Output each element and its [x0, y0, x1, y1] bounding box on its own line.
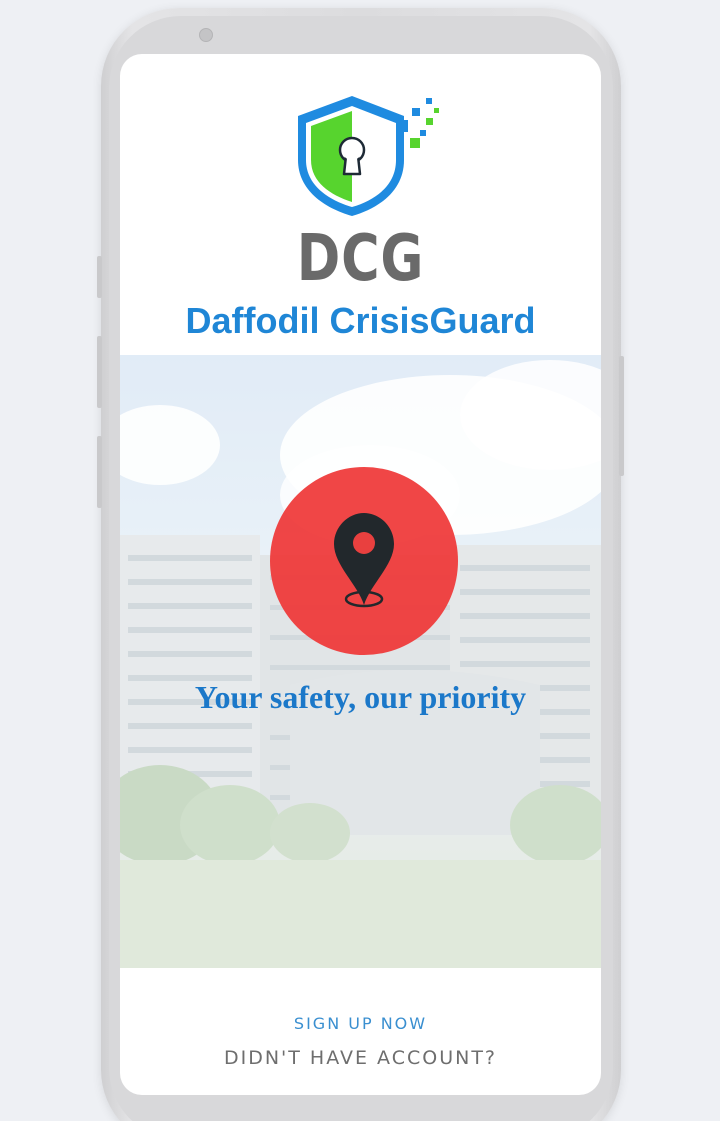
front-camera — [199, 28, 213, 42]
app-name: Daffodil CrisisGuard — [185, 300, 536, 341]
shield-keyhole-icon — [292, 94, 444, 220]
account-prompt-text: DIDN'T HAVE ACCOUNT? — [223, 1047, 498, 1069]
hero-fade-overlay — [120, 355, 601, 968]
location-pin-badge — [270, 467, 458, 655]
tagline: Your safety, our priority — [194, 679, 527, 715]
volume-button-up — [97, 256, 102, 298]
app-stage: DCG Daffodil CrisisGuard Your safety, ou… — [0, 0, 720, 1121]
volume-button-down — [97, 336, 102, 408]
location-pin-icon — [334, 513, 394, 608]
signup-button[interactable]: SIGN UP NOW — [120, 1014, 601, 1033]
app-abbreviation: DCG — [296, 222, 425, 296]
power-button-right — [619, 356, 624, 476]
hero-banner: Your safety, our priority — [120, 355, 601, 968]
power-button-left — [97, 436, 102, 508]
splash-screen: DCG Daffodil CrisisGuard Your safety, ou… — [120, 54, 601, 1095]
